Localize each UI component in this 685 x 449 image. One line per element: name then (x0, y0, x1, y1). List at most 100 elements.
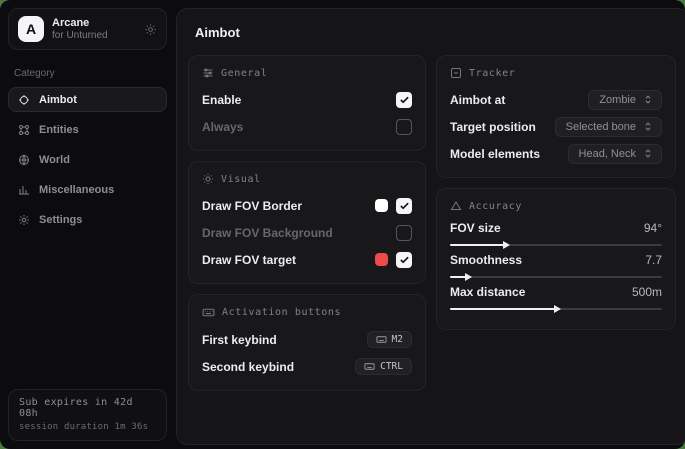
app-name: Arcane (52, 17, 136, 30)
right-column: Tracker Aimbot at Zombie (436, 55, 676, 330)
sidebar: A Arcane for Unturned Category (0, 0, 175, 449)
select-value: Selected bone (566, 121, 636, 133)
select-value: Head, Neck (579, 148, 636, 160)
content-columns: General Enable Always (188, 55, 676, 391)
square-minus-icon (450, 67, 462, 79)
sidebar-item-aimbot[interactable]: Aimbot (8, 87, 167, 112)
fov-target-row: Draw FOV target (202, 248, 412, 271)
setting-label: Target position (450, 120, 536, 134)
setting-label: Enable (202, 93, 241, 107)
max-distance-value: 500m (632, 285, 662, 299)
session-duration-text: session duration 1m 36s (19, 422, 156, 432)
always-checkbox[interactable] (396, 119, 412, 135)
fov-target-checkbox[interactable] (396, 252, 412, 268)
subscription-status-card: Sub expires in 42d 08h session duration … (8, 389, 167, 441)
keyboard-icon (376, 334, 387, 345)
setting-label: First keybind (202, 333, 277, 347)
sliders-icon (202, 67, 214, 79)
sidebar-spacer (0, 232, 175, 381)
setting-label: Model elements (450, 147, 540, 161)
select-value: Zombie (599, 94, 636, 106)
fov-border-checkbox[interactable] (396, 198, 412, 214)
accuracy-section-head: Accuracy (450, 200, 662, 212)
max-distance-slider[interactable] (450, 308, 662, 310)
brand-card: A Arcane for Unturned (8, 8, 167, 50)
sidebar-item-entities[interactable]: Entities (8, 117, 167, 142)
visual-card: Visual Draw FOV Border (188, 161, 426, 284)
setting-label: Aimbot at (450, 93, 505, 107)
sidebar-item-settings[interactable]: Settings (8, 207, 167, 232)
general-card: General Enable Always (188, 55, 426, 151)
slider-fill (450, 244, 505, 246)
chevron-up-down-icon (643, 94, 653, 105)
sidebar-item-label: Settings (39, 214, 82, 226)
slider-thumb[interactable] (465, 273, 472, 281)
sidebar-item-label: World (39, 154, 70, 166)
slider-thumb[interactable] (503, 241, 510, 249)
tracker-section-head: Tracker (450, 67, 662, 79)
fov-size-value: 94° (644, 221, 662, 235)
fov-size-slider[interactable] (450, 244, 662, 246)
triangle-icon (450, 200, 462, 212)
chevron-up-down-icon (643, 121, 653, 132)
enable-checkbox[interactable] (396, 92, 412, 108)
first-keybind-button[interactable]: M2 (367, 331, 412, 348)
max-distance-slider-block: Max distance 500m (450, 285, 662, 310)
app-logo: A (18, 16, 44, 42)
crosshair-icon (18, 94, 30, 106)
sidebar-item-label: Entities (39, 124, 79, 136)
globe-icon (18, 154, 30, 166)
keybind-value: M2 (392, 334, 403, 345)
fov-border-row: Draw FOV Border (202, 194, 412, 217)
setting-label: Max distance (450, 285, 525, 299)
model-elements-select[interactable]: Head, Neck (568, 144, 662, 164)
accuracy-card: Accuracy FOV size 94° (436, 188, 676, 330)
target-position-select[interactable]: Selected bone (555, 117, 662, 137)
slider-thumb[interactable] (554, 305, 561, 313)
section-title: Accuracy (469, 201, 522, 212)
main-wrap: Aimbot (175, 0, 685, 449)
aimbot-at-row: Aimbot at Zombie (450, 88, 662, 111)
slider-fill (450, 308, 556, 310)
smoothness-value: 7.7 (645, 253, 662, 267)
fov-target-color-swatch[interactable] (375, 253, 388, 266)
smoothness-slider-block: Smoothness 7.7 (450, 253, 662, 278)
chevron-up-down-icon (643, 148, 653, 159)
grid-icon (18, 184, 30, 196)
fov-size-slider-block: FOV size 94° (450, 221, 662, 246)
fov-background-checkbox[interactable] (396, 225, 412, 241)
section-title: Activation buttons (222, 307, 341, 318)
visual-section-head: Visual (202, 173, 412, 185)
fov-border-color-swatch[interactable] (375, 199, 388, 212)
activation-section-head: Activation buttons (202, 306, 412, 319)
setting-label: Draw FOV target (202, 253, 296, 267)
sidebar-item-world[interactable]: World (8, 147, 167, 172)
fov-background-row: Draw FOV Background (202, 221, 412, 244)
activation-card: Activation buttons First keybind M2 (188, 294, 426, 391)
second-keybind-row: Second keybind CTRL (202, 355, 412, 378)
left-column: General Enable Always (188, 55, 426, 391)
setting-label: Always (202, 120, 243, 134)
app-subtitle: for Unturned (52, 30, 136, 42)
keyboard-icon (202, 306, 215, 319)
sidebar-item-miscellaneous[interactable]: Miscellaneous (8, 177, 167, 202)
setting-label: FOV size (450, 221, 501, 235)
keyboard-icon (364, 361, 375, 372)
sidebar-item-label: Aimbot (39, 94, 77, 106)
page-title: Aimbot (195, 25, 676, 40)
app-window: A Arcane for Unturned Category (0, 0, 685, 449)
settings-gear-icon (18, 214, 30, 226)
sidebar-item-label: Miscellaneous (39, 184, 114, 196)
first-keybind-row: First keybind M2 (202, 328, 412, 351)
model-elements-row: Model elements Head, Neck (450, 142, 662, 165)
smoothness-slider[interactable] (450, 276, 662, 278)
target-position-row: Target position Selected bone (450, 115, 662, 138)
brand-text: Arcane for Unturned (52, 17, 136, 41)
sub-expiry-text: Sub expires in 42d 08h (19, 397, 156, 419)
second-keybind-button[interactable]: CTRL (355, 358, 412, 375)
general-section-head: General (202, 67, 412, 79)
aimbot-at-select[interactable]: Zombie (588, 90, 662, 110)
gear-icon[interactable] (144, 23, 157, 36)
tracker-card: Tracker Aimbot at Zombie (436, 55, 676, 178)
enable-row: Enable (202, 88, 412, 111)
